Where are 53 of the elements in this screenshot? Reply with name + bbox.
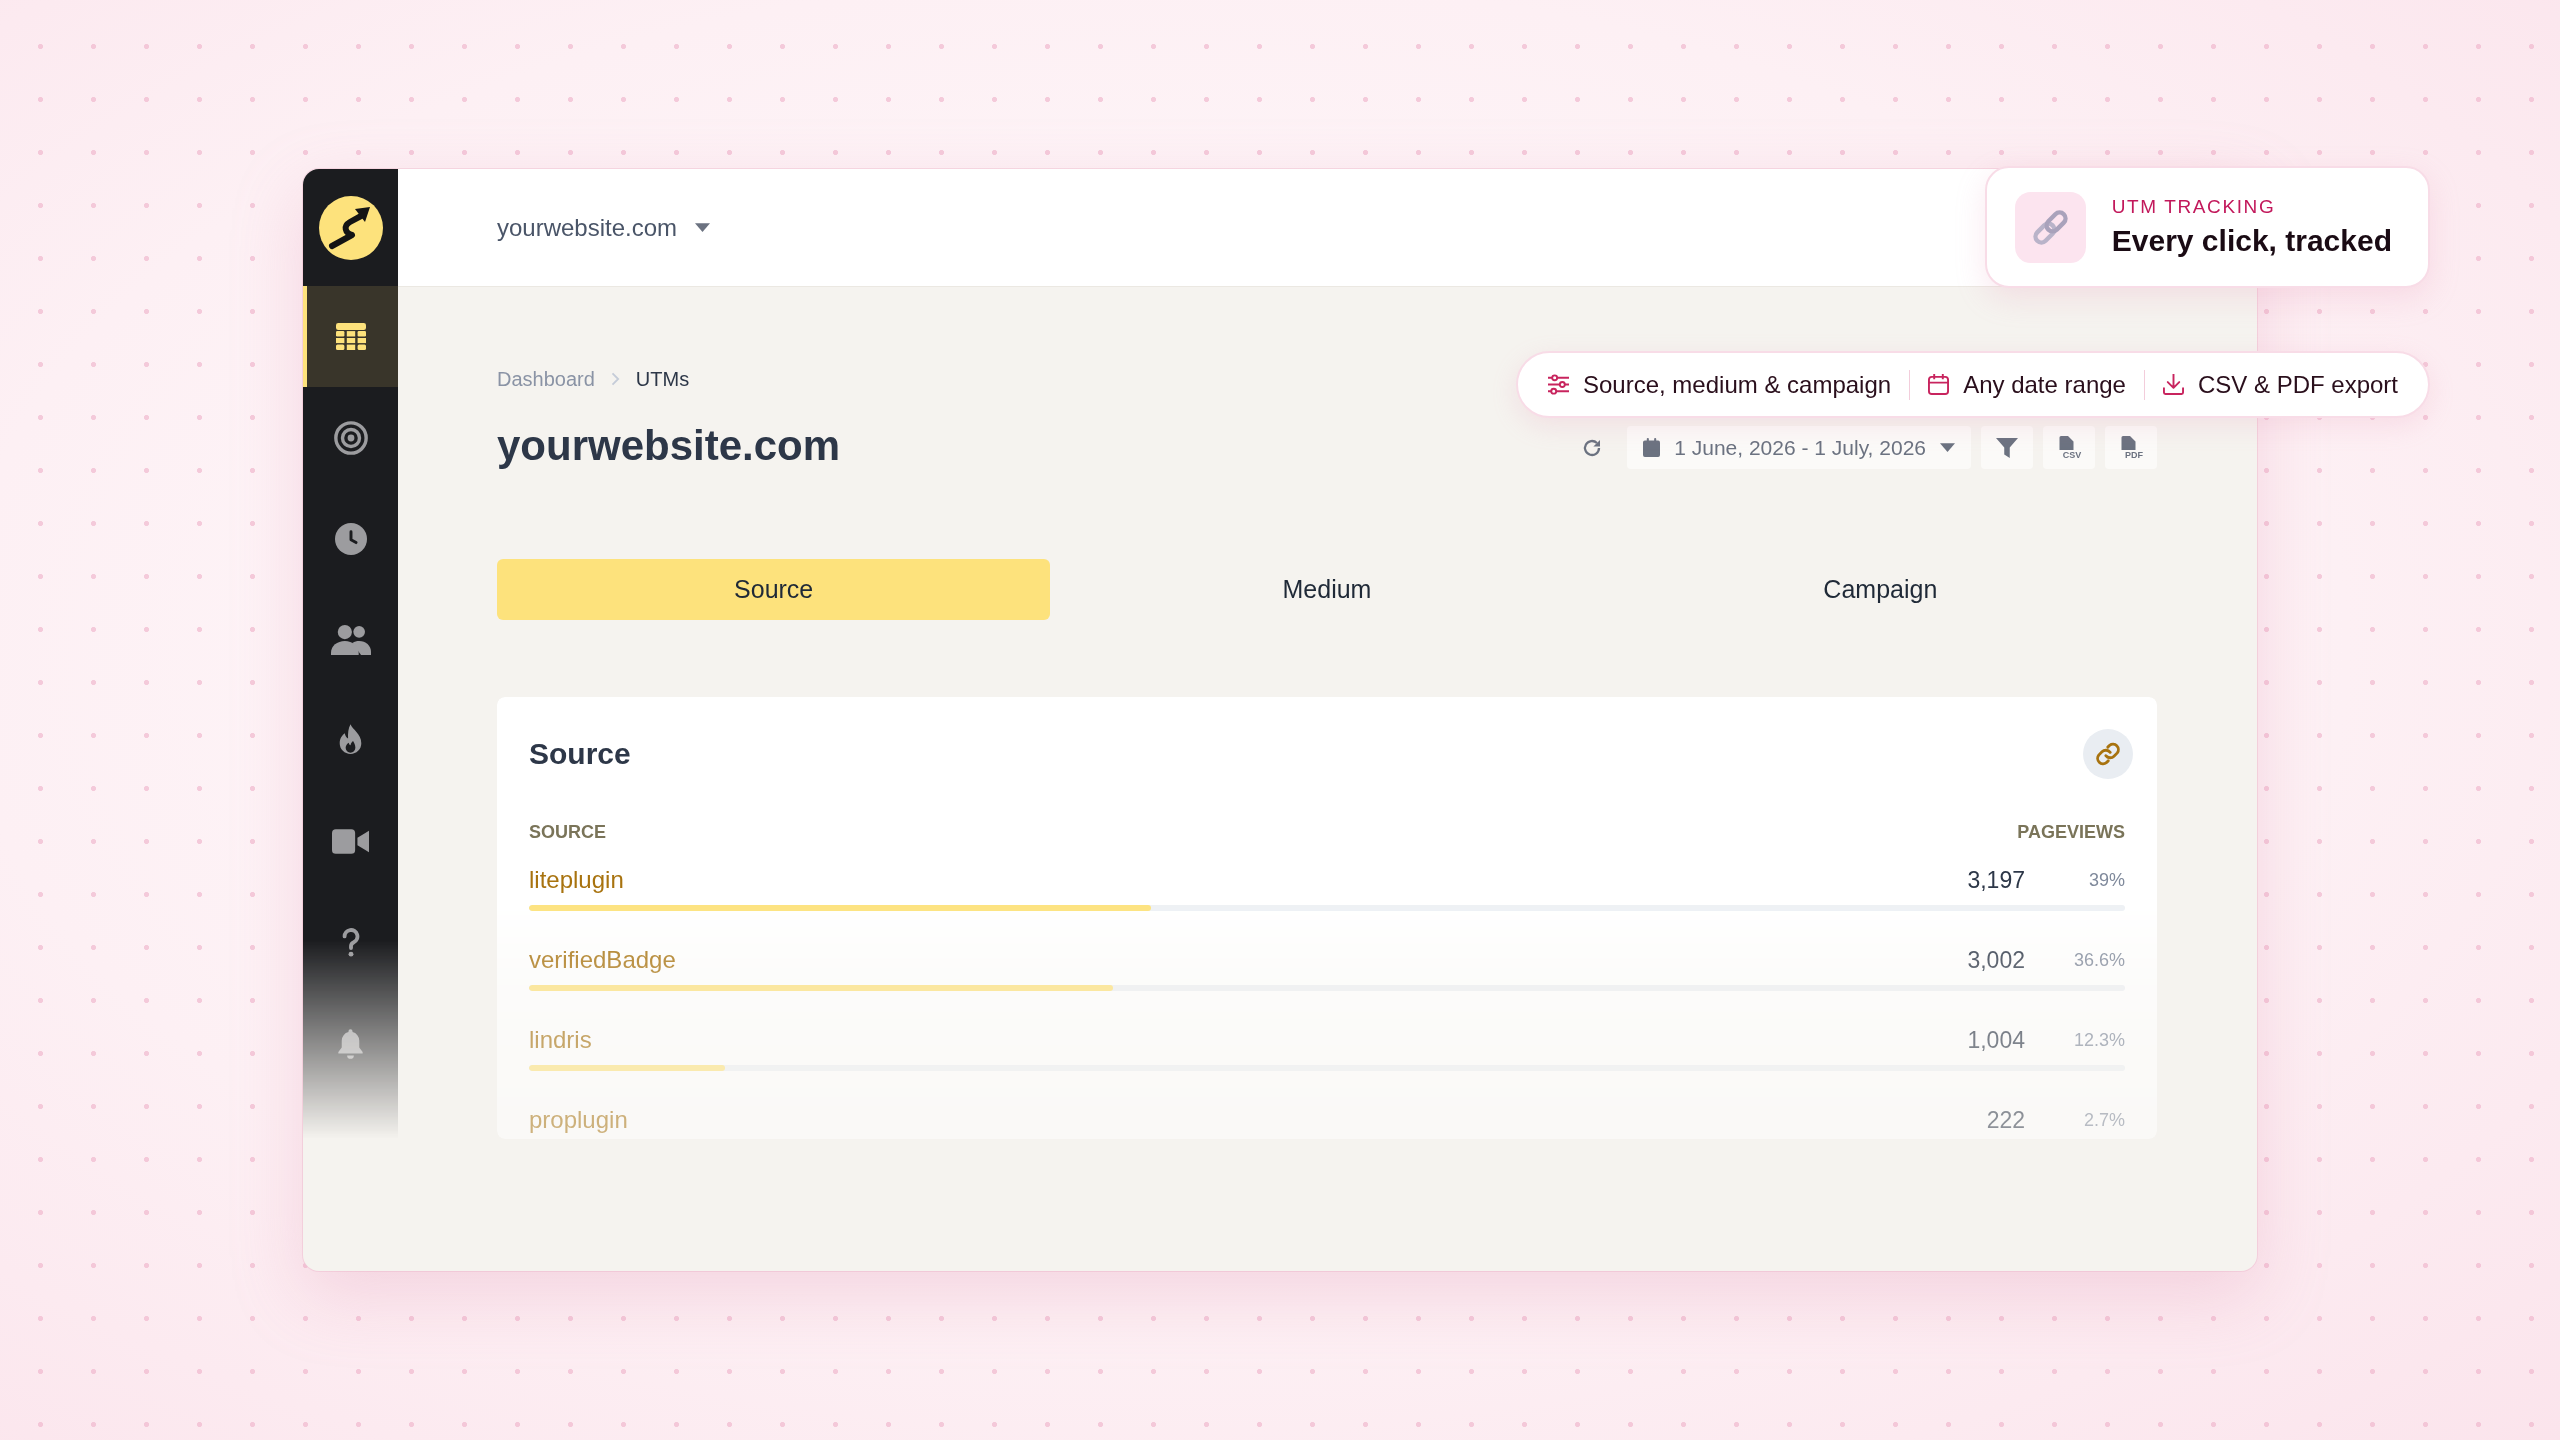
page-title: yourwebsite.com [497,421,841,471]
site-selector[interactable]: yourwebsite.com [497,213,711,242]
share-percent: 2.7% [2082,1109,2125,1131]
caret-icon [1940,443,1955,452]
callout-eyebrow: UTM TRACKING [2111,196,2277,218]
pageviews-count: 3,197 [1967,866,2025,894]
logo-icon [318,195,383,260]
users-icon [330,624,371,655]
tab[interactable]: Medium [1050,559,1604,620]
export-button[interactable]: PDF [2105,426,2157,469]
target-icon [333,420,368,455]
link-button[interactable] [2083,729,2133,779]
filter-icon [1996,437,2018,458]
clock-icon [334,522,367,555]
bell-icon [337,1028,364,1059]
sidebar-item[interactable] [303,286,398,387]
help-icon [341,928,360,957]
table-grid-icon [335,323,366,350]
refresh-icon [1582,437,1603,458]
download-icon [2162,374,2184,395]
link-icon [2096,742,2120,766]
chevron-right-icon [610,372,620,386]
pageviews-count: 3,002 [1967,946,2025,974]
file-icon [2058,435,2074,450]
caret-icon [695,223,711,232]
date-range-picker[interactable]: 1 June, 2026 - 1 July, 2026 [1627,426,1971,469]
tab[interactable]: Campaign [1603,559,2157,620]
chain-link-icon [2014,191,2086,263]
file-icon [2120,435,2136,450]
column-header: SOURCE [529,821,606,843]
feature-label: Source, medium & campaign [1583,370,1892,399]
feature-label: Any date range [1963,370,2126,399]
share-percent: 36.6% [2072,949,2125,971]
export-button[interactable]: CSV [2043,426,2095,469]
calendar-icon [1928,374,1950,395]
calendar-icon [1643,438,1661,457]
callout-headline: Every click, tracked [2111,224,2392,258]
video-camera-icon [332,829,369,854]
breadcrumb-current: UTMs [635,367,690,391]
pageviews-count: 222 [1986,1106,2025,1134]
flame-icon [337,724,364,757]
card-title: Source [529,737,631,771]
filter-button[interactable] [1981,426,2033,469]
sliders-icon [1548,374,1569,395]
source-link[interactable]: liteplugin [529,866,1968,894]
pageviews-count: 1,004 [1967,1026,2025,1054]
share-percent: 39% [2087,869,2125,891]
column-header: PAGEVIEWS [2017,821,2125,843]
feature-label: CSV & PDF export [2197,370,2398,399]
breadcrumb-link[interactable]: Dashboard [497,367,595,391]
share-percent: 12.3% [2072,1029,2125,1051]
source-link[interactable]: verifiedBadge [529,946,1968,974]
tab[interactable]: Source [497,559,1051,620]
